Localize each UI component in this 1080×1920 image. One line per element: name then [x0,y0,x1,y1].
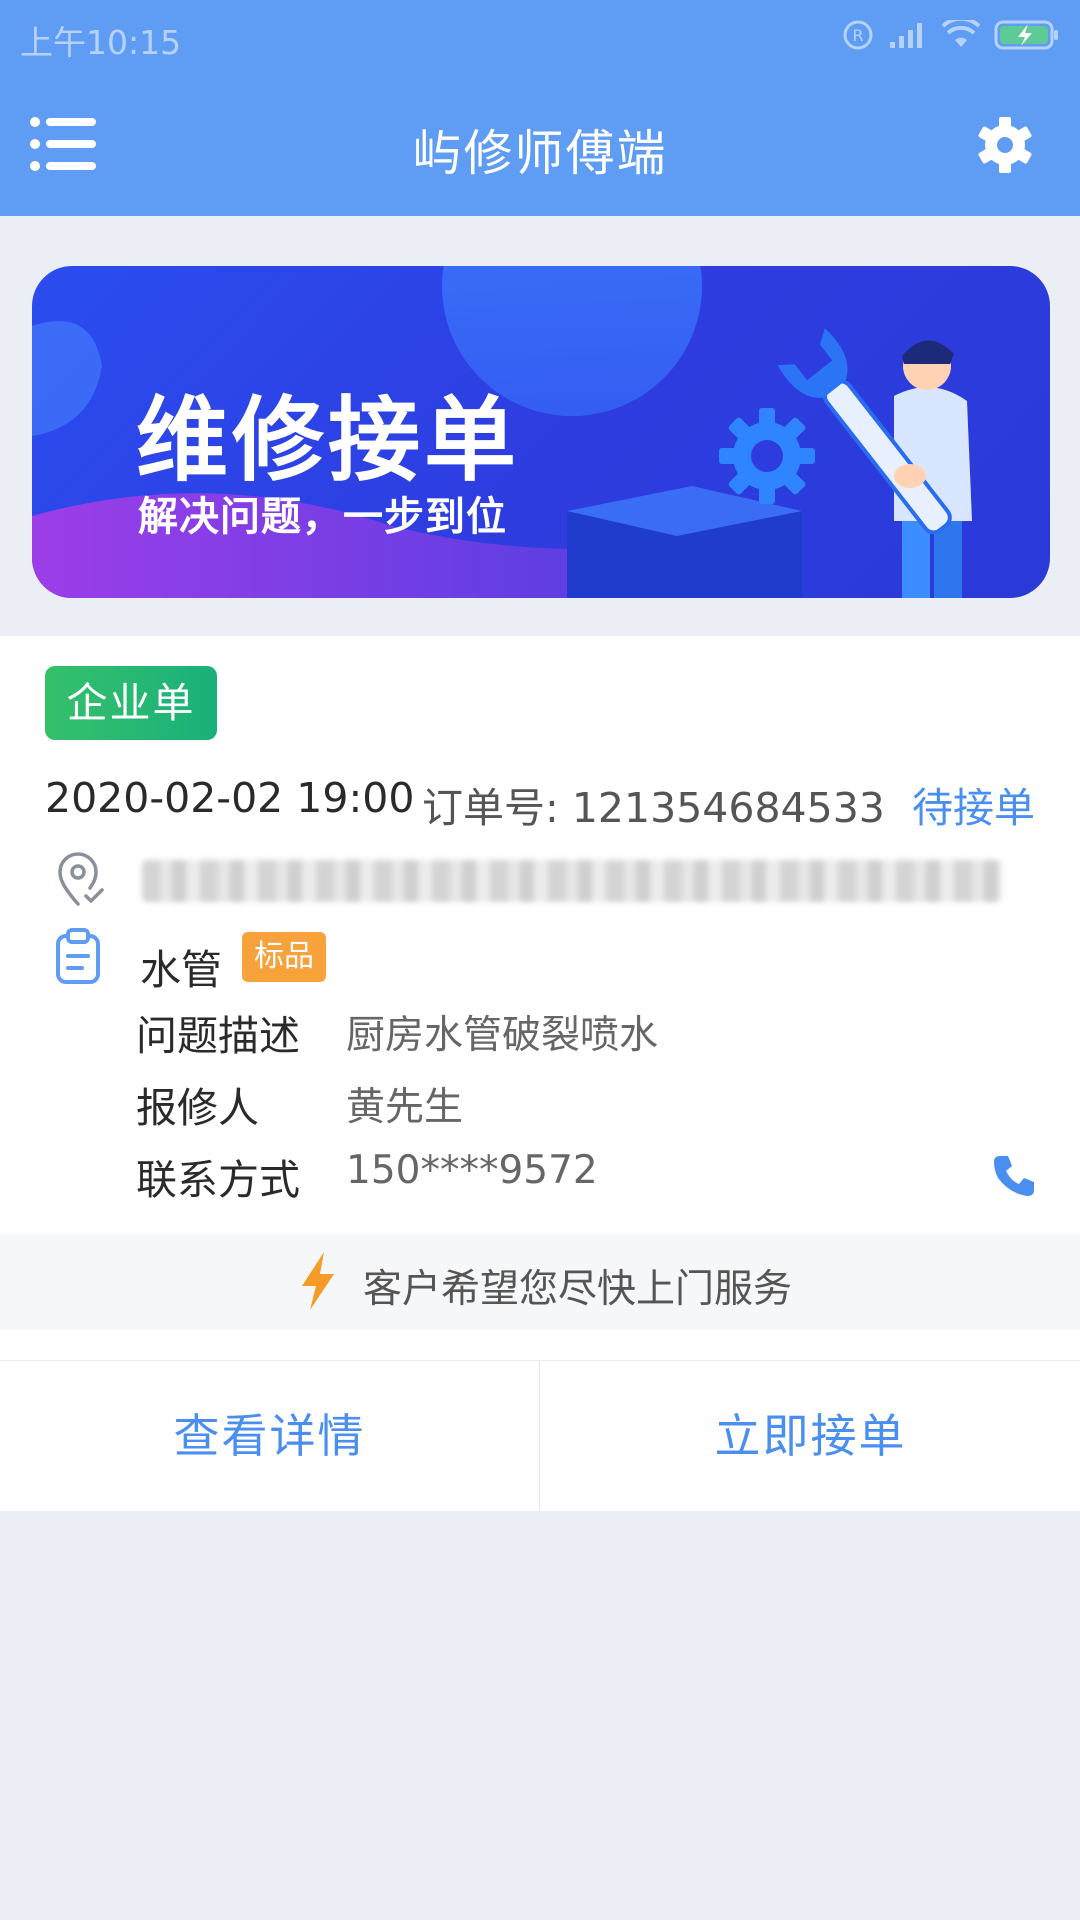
divider [539,1361,540,1511]
contact-value: 150****9572 [346,1148,598,1193]
contact-label: 联系方式 [136,1156,300,1204]
order-type-badge: 企业单 [45,666,217,740]
order-card: 企业单 2020-02-02 19:00 订单号: 121354684533 待… [0,636,1080,1511]
clipboard-icon [56,928,100,984]
signal-icon [890,23,922,48]
wifi-icon [942,20,980,47]
banner-subtitle: 解决问题，一步到位 [138,494,507,540]
hint-text: 客户希望您尽快上门服务 [363,1267,793,1312]
status-icons: R [842,18,1060,52]
accept-order-button[interactable]: 立即接单 [541,1361,1080,1511]
app-bar: 屿修师傅端 [0,76,1080,216]
address-row [52,846,1042,916]
page-title: 屿修师傅端 [412,125,668,182]
view-details-button[interactable]: 查看详情 [0,1361,539,1511]
problem-description-value: 厨房水管破裂喷水 [346,1013,659,1058]
order-number: 订单号: 121354684533 [422,784,885,832]
lightning-icon [302,1252,334,1310]
location-pin-icon [58,852,104,906]
registered-icon: R [843,20,873,50]
problem-description-label: 问题描述 [136,1012,300,1060]
order-time: 2020-02-02 19:00 [45,774,415,822]
banner-title: 维修接单 [136,387,521,494]
category-name: 水管 [140,946,222,994]
reporter-value: 黄先生 [346,1085,464,1130]
hint-bar: 客户希望您尽快上门服务 [0,1234,1080,1330]
phone-call-icon[interactable] [990,1152,1038,1200]
promo-banner[interactable]: 维修接单 解决问题，一步到位 [32,266,1050,598]
svg-text:R: R [852,26,863,45]
category-tag: 标品 [242,932,326,982]
battery-icon [994,20,1058,50]
reporter-label: 报修人 [136,1084,259,1132]
settings-gear-icon[interactable] [976,116,1034,174]
order-status: 待接单 [912,784,1035,832]
status-time: 上午10:15 [20,23,182,62]
action-row: 查看详情 立即接单 [0,1360,1080,1511]
status-bar: 上午10:15 R [0,0,1080,76]
address-text-blurred [142,860,1002,902]
